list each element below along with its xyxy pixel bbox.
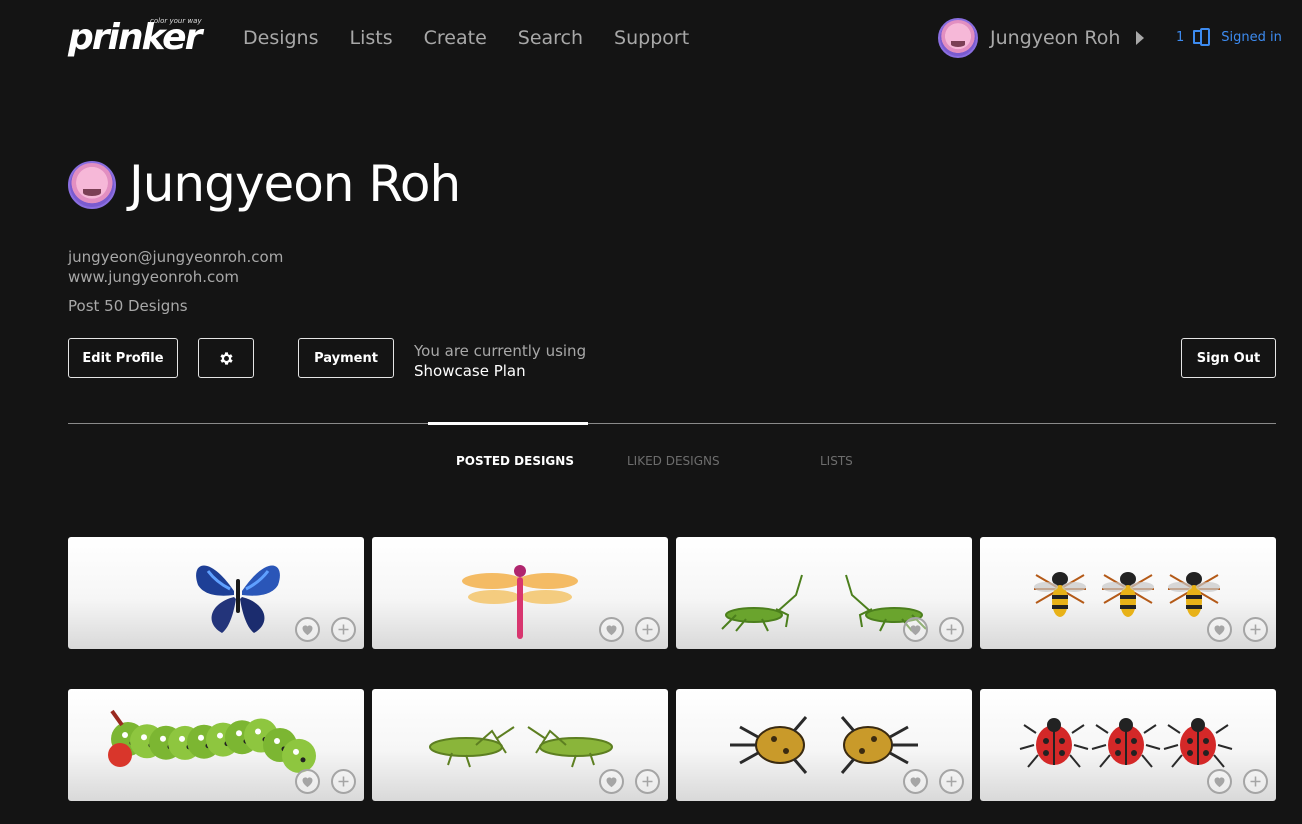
user-menu[interactable]: Jungyeon Roh (938, 18, 1145, 58)
plus-icon (642, 624, 653, 635)
design-card[interactable] (980, 537, 1276, 649)
nav-designs[interactable]: Designs (243, 26, 319, 50)
plan-prefix: You are currently using (414, 342, 587, 360)
plus-icon (642, 776, 653, 787)
profile-email: jungyeon@jungyeonroh.com (68, 248, 284, 266)
nav-create[interactable]: Create (424, 26, 487, 50)
heart-icon (302, 777, 313, 788)
design-card[interactable] (980, 689, 1276, 801)
gear-icon (219, 351, 233, 365)
plus-icon (1250, 776, 1261, 787)
device-count: 1 (1176, 29, 1185, 45)
like-button[interactable] (295, 617, 320, 642)
like-button[interactable] (903, 617, 928, 642)
tab-posted-designs[interactable]: POSTED DESIGNS (456, 453, 574, 469)
plus-icon (946, 624, 957, 635)
heart-icon (606, 777, 617, 788)
plus-icon (946, 776, 957, 787)
like-button[interactable] (1207, 769, 1232, 794)
profile-post-count: Post 50 Designs (68, 297, 188, 315)
add-to-list-button[interactable] (331, 617, 356, 642)
design-card[interactable] (68, 537, 364, 649)
logo-tagline: color your way (150, 17, 202, 25)
nav-support[interactable]: Support (614, 26, 689, 50)
heart-icon (1214, 777, 1225, 788)
main-nav: Designs Lists Create Search Support (243, 26, 720, 50)
tab-lists[interactable]: LISTS (820, 453, 853, 469)
plus-icon (338, 624, 349, 635)
add-to-list-button[interactable] (331, 769, 356, 794)
design-card[interactable] (68, 689, 364, 801)
design-card[interactable] (676, 537, 972, 649)
add-to-list-button[interactable] (1243, 617, 1268, 642)
heart-icon (1214, 625, 1225, 636)
caret-right-icon (1136, 31, 1145, 45)
plan-name: Showcase Plan (414, 362, 526, 380)
like-button[interactable] (295, 769, 320, 794)
sign-out-button[interactable]: Sign Out (1181, 338, 1276, 378)
active-tab-indicator (428, 422, 588, 425)
avatar (938, 18, 978, 58)
user-menu-name: Jungyeon Roh (990, 27, 1121, 49)
profile-website: www.jungyeonroh.com (68, 268, 240, 286)
design-card[interactable] (372, 689, 668, 801)
signed-in-devices[interactable]: 1 Signed in (1176, 28, 1282, 46)
add-to-list-button[interactable] (1243, 769, 1268, 794)
tabs-divider (68, 423, 1276, 424)
like-button[interactable] (1207, 617, 1232, 642)
devices-icon (1193, 28, 1211, 46)
tab-liked-designs[interactable]: LIKED DESIGNS (627, 453, 720, 469)
settings-button[interactable] (198, 338, 254, 378)
add-to-list-button[interactable] (635, 769, 660, 794)
profile-name: Jungyeon Roh (129, 155, 461, 213)
current-plan: You are currently using Showcase Plan (414, 341, 586, 381)
add-to-list-button[interactable] (939, 769, 964, 794)
signed-in-label: Signed in (1221, 29, 1282, 45)
design-card[interactable] (676, 689, 972, 801)
add-to-list-button[interactable] (939, 617, 964, 642)
nav-search[interactable]: Search (518, 26, 583, 50)
profile-avatar (68, 161, 116, 209)
plus-icon (338, 776, 349, 787)
heart-icon (302, 625, 313, 636)
plus-icon (1250, 624, 1261, 635)
heart-icon (910, 625, 921, 636)
nav-lists[interactable]: Lists (350, 26, 393, 50)
heart-icon (910, 777, 921, 788)
design-card[interactable] (372, 537, 668, 649)
like-button[interactable] (599, 769, 624, 794)
payment-button[interactable]: Payment (298, 338, 394, 378)
heart-icon (606, 625, 617, 636)
prinker-logo[interactable]: prinker color your way (68, 16, 202, 60)
like-button[interactable] (903, 769, 928, 794)
edit-profile-button[interactable]: Edit Profile (68, 338, 178, 378)
add-to-list-button[interactable] (635, 617, 660, 642)
like-button[interactable] (599, 617, 624, 642)
